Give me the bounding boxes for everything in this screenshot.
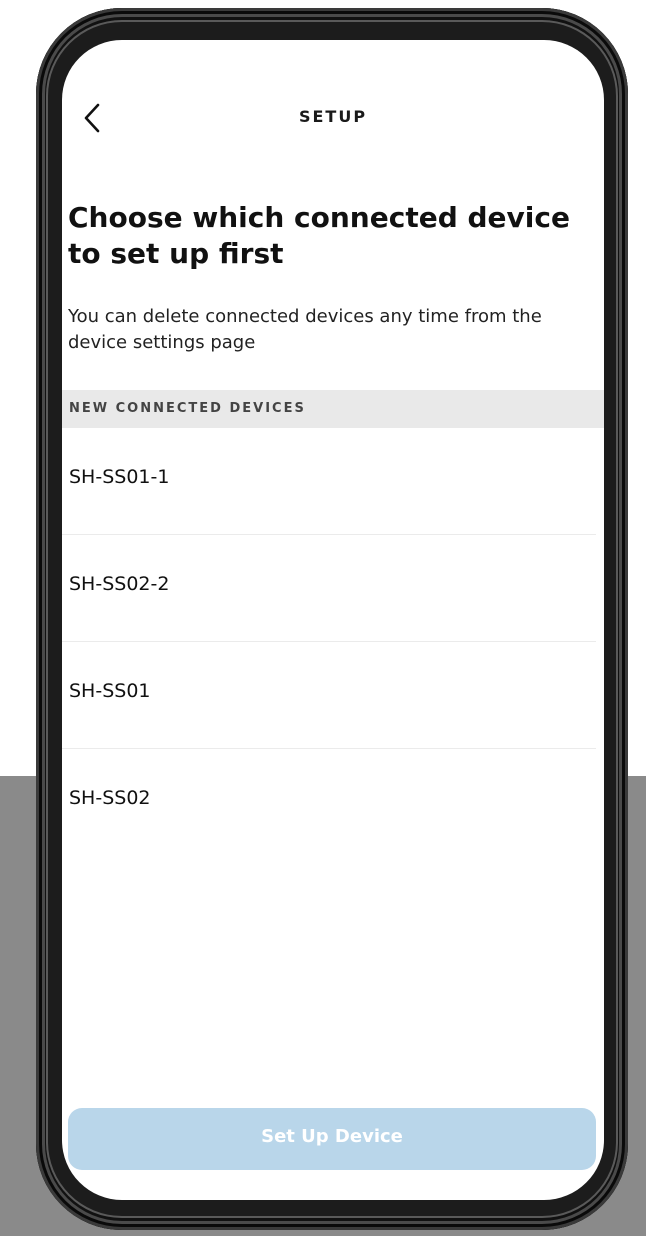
app-header: SETUP bbox=[62, 90, 604, 146]
set-up-device-label: Set Up Device bbox=[261, 1126, 403, 1147]
headline: Choose which connected device to set up … bbox=[68, 201, 570, 270]
device-list: SH-SS01-1 SH-SS02-2 SH-SS01 SH-SS02 bbox=[62, 428, 596, 855]
device-label: SH-SS01 bbox=[69, 680, 151, 702]
device-item-sh-ss02-2[interactable]: SH-SS02-2 bbox=[62, 535, 596, 642]
device-item-sh-ss01-1[interactable]: SH-SS01-1 bbox=[62, 428, 596, 535]
device-item-sh-ss01[interactable]: SH-SS01 bbox=[62, 642, 596, 749]
device-label: SH-SS01-1 bbox=[69, 466, 170, 488]
section-header: NEW CONNECTED DEVICES bbox=[62, 390, 604, 428]
device-label: SH-SS02-2 bbox=[69, 573, 170, 595]
phone-screen: SETUP Choose which connected device to s… bbox=[62, 40, 604, 1200]
screenshot-canvas: SETUP Choose which connected device to s… bbox=[0, 0, 646, 1236]
set-up-device-button[interactable]: Set Up Device bbox=[68, 1108, 596, 1170]
subtitle-text: You can delete connected devices any tim… bbox=[68, 306, 542, 353]
device-item-sh-ss02[interactable]: SH-SS02 bbox=[62, 749, 596, 855]
device-label: SH-SS02 bbox=[69, 787, 151, 809]
section-label: NEW CONNECTED DEVICES bbox=[69, 401, 306, 416]
page-title: SETUP bbox=[298, 107, 368, 126]
